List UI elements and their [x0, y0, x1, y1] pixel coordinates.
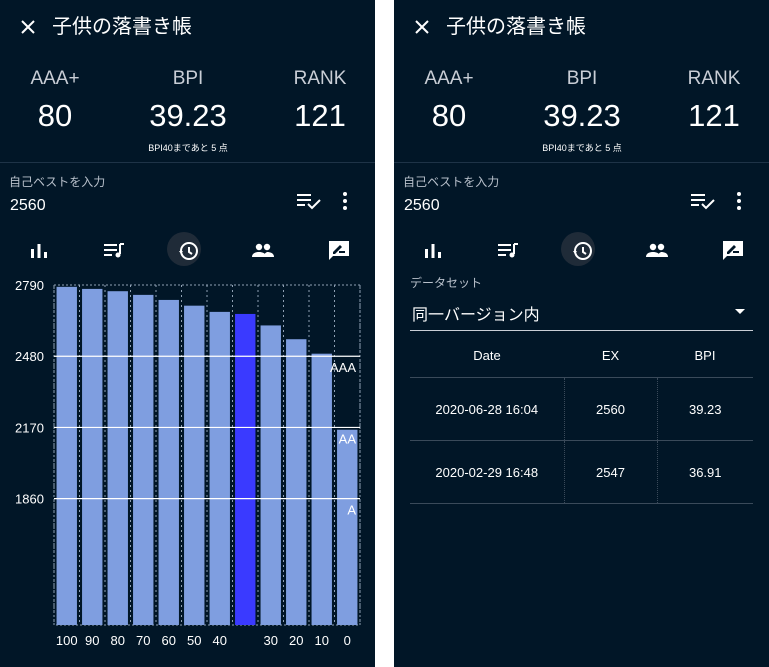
stats-row: AAA+ 80 BPI 39.23 BPI40まであと 5 点 RANK 121: [394, 58, 769, 162]
people-icon[interactable]: [250, 238, 276, 264]
cell-date: 2020-06-28 16:04: [410, 377, 564, 441]
x-tick-label: 30: [264, 633, 278, 648]
aaa-value: 80: [431, 98, 467, 133]
dataset-label: データセット: [410, 276, 483, 290]
history-view-panel: 子供の落書き帳 AAA+ 80 BPI 39.23 BPI40まであと 5 点 …: [394, 0, 769, 667]
music-list-icon[interactable]: [101, 238, 127, 264]
column-header-ex: EX: [564, 333, 657, 378]
rank-value: 121: [688, 98, 740, 133]
table-row[interactable]: 2020-02-29 16:48 2547 36.91: [410, 440, 753, 504]
app-bar: 子供の落書き帳: [0, 0, 375, 56]
x-tick-label: 10: [315, 633, 329, 648]
chart-bar: [260, 325, 281, 625]
rate-review-icon[interactable]: [326, 238, 352, 264]
x-tick-label: 0: [344, 633, 351, 648]
reference-line-label: AAA: [330, 360, 356, 375]
bar-chart-icon[interactable]: [420, 238, 446, 264]
more-vert-icon[interactable]: [338, 191, 352, 211]
chart-bar: [209, 311, 230, 625]
playlist-check-icon[interactable]: [296, 191, 322, 211]
x-tick-label: 20: [289, 633, 303, 648]
best-score-label: 自己ベストを入力: [403, 175, 500, 189]
best-score-label: 自己ベストを入力: [9, 175, 106, 189]
chart-bar: [56, 286, 77, 625]
chart-bar: [235, 313, 256, 625]
chart-bar: [133, 294, 154, 625]
dataset-value: 同一バージョン内: [412, 307, 540, 324]
table-header-row: Date EX BPI: [410, 333, 753, 378]
bar-chart-icon[interactable]: [26, 238, 52, 264]
x-tick-label: 50: [187, 633, 201, 648]
column-header-bpi: BPI: [657, 333, 753, 378]
x-tick-label: 60: [162, 633, 176, 648]
history-table: Date EX BPI 2020-06-28 16:04 2560 39.23 …: [410, 333, 753, 504]
graph-view-panel: 子供の落書き帳 AAA+ 80 BPI 39.23 BPI40まであと 5 点 …: [0, 0, 375, 667]
aaa-value: 80: [37, 98, 73, 133]
music-list-icon[interactable]: [495, 238, 521, 264]
cell-bpi: 39.23: [657, 377, 753, 441]
close-icon[interactable]: [411, 14, 433, 40]
bpi-value: 39.23: [543, 98, 621, 133]
aaa-label: AAA+: [30, 68, 80, 89]
column-header-date: Date: [410, 333, 564, 378]
chart-bar: [158, 299, 179, 625]
x-tick-label: 90: [85, 633, 99, 648]
more-vert-icon[interactable]: [732, 191, 746, 211]
history-icon[interactable]: [167, 232, 201, 266]
chart-bar: [82, 288, 103, 625]
chart-bar: [337, 429, 358, 625]
playlist-check-icon[interactable]: [690, 191, 716, 211]
y-tick-label: 2480: [15, 349, 44, 364]
rank-label: RANK: [293, 68, 347, 89]
reference-line-label: AA: [339, 431, 357, 446]
table-row[interactable]: 2020-06-28 16:04 2560 39.23: [410, 377, 753, 441]
best-score-field[interactable]: 自己ベストを入力 2560: [0, 163, 375, 229]
app-bar: 子供の落書き帳: [394, 0, 769, 56]
song-title: 子供の落書き帳: [446, 16, 586, 38]
people-icon[interactable]: [644, 238, 670, 264]
song-title: 子供の落書き帳: [52, 16, 192, 38]
x-tick-label: 100: [56, 633, 78, 648]
chart-bar: [311, 353, 332, 625]
bpi-label: BPI: [566, 68, 598, 89]
cell-ex: 2560: [563, 377, 658, 441]
x-tick-label: 40: [213, 633, 227, 648]
chart-bar: [184, 305, 205, 625]
y-tick-label: 2170: [15, 420, 44, 435]
best-score-value[interactable]: 2560: [404, 197, 440, 215]
rank-label: RANK: [687, 68, 741, 89]
rate-review-icon[interactable]: [720, 238, 746, 264]
x-tick-label: 80: [111, 633, 125, 648]
close-icon[interactable]: [17, 14, 39, 40]
score-distribution-chart: AAA AA A 2790 2480 2170 1860 100 90 80 70 60 50 40 30 2…: [0, 275, 375, 667]
chart-svg: AAAAAA2790248021701860100 90 80 70 60 50 40 30 2…: [15, 278, 361, 648]
chart-bar: [107, 291, 128, 625]
cell-bpi: 36.91: [657, 440, 753, 504]
x-tick-label: 70: [136, 633, 150, 648]
bpi-label: BPI: [172, 68, 204, 89]
cell-date: 2020-02-29 16:48: [410, 440, 564, 504]
tab-bar: [0, 232, 375, 272]
best-score-field[interactable]: 自己ベストを入力 2560: [394, 163, 769, 229]
cell-ex: 2547: [563, 440, 658, 504]
tab-bar: [394, 232, 769, 272]
chart-bar: [286, 339, 307, 625]
bpi-value: 39.23: [149, 98, 227, 133]
dropdown-arrow-icon: [735, 309, 745, 314]
reference-line-label: A: [347, 503, 356, 518]
dataset-select[interactable]: 同一バージョン内: [410, 293, 753, 331]
best-score-value[interactable]: 2560: [10, 197, 46, 215]
rank-value: 121: [294, 98, 346, 133]
history-icon[interactable]: [561, 232, 595, 266]
bpi-note: BPI40まであと 5 点: [148, 143, 228, 153]
bpi-note: BPI40まであと 5 点: [542, 143, 622, 153]
stats-row: AAA+ 80 BPI 39.23 BPI40まであと 5 点 RANK 121: [0, 58, 375, 162]
y-tick-label: 1860: [15, 492, 44, 507]
y-tick-label: 2790: [15, 278, 44, 293]
aaa-label: AAA+: [424, 68, 474, 89]
